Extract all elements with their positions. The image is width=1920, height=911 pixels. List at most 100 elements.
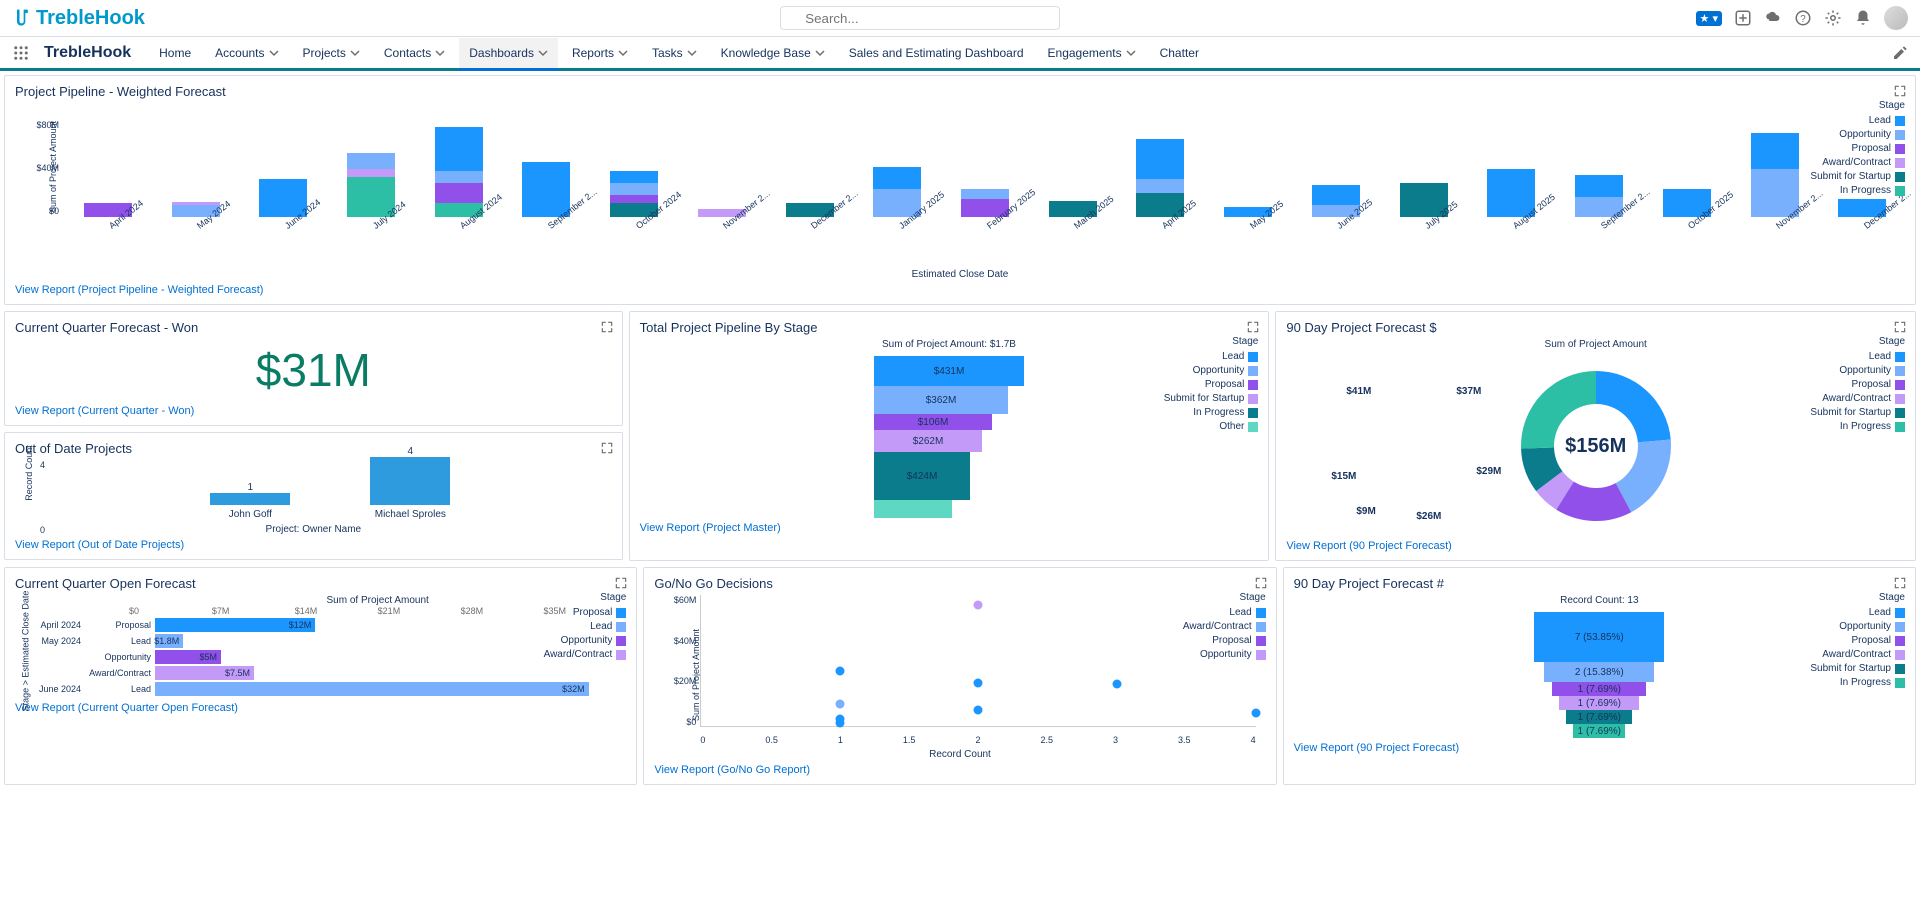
bar[interactable]: November 2... <box>1732 133 1818 233</box>
bar[interactable]: August 2024 <box>416 127 502 233</box>
expand-icon[interactable] <box>1893 576 1907 590</box>
view-report-link[interactable]: View Report (90 Project Forecast) <box>1294 742 1459 754</box>
hbar-row[interactable]: May 2024Lead$1.8M <box>29 634 626 648</box>
bar[interactable]: 1John Goff <box>200 482 300 520</box>
funnel-seg[interactable]: $106M <box>874 414 992 430</box>
legend: Stage LeadOpportunityProposalSubmit for … <box>1164 336 1259 435</box>
bar[interactable]: July 2024 <box>328 153 414 233</box>
add-icon[interactable] <box>1734 9 1752 27</box>
view-report-link[interactable]: View Report (Project Pipeline - Weighted… <box>15 284 263 296</box>
scatter-point[interactable] <box>974 678 983 687</box>
bar[interactable]: October 2025 <box>1644 189 1730 233</box>
view-report-link[interactable]: View Report (Go/No Go Report) <box>654 764 810 776</box>
bar[interactable]: December 2... <box>1819 199 1905 233</box>
help-icon[interactable]: ? <box>1794 9 1812 27</box>
bell-icon[interactable] <box>1854 9 1872 27</box>
legend-item: Award/Contract <box>1810 649 1905 660</box>
nav-item-knowledge-base[interactable]: Knowledge Base <box>711 38 835 68</box>
legend-item: Other <box>1164 421 1259 432</box>
avatar[interactable] <box>1884 6 1908 30</box>
expand-icon[interactable] <box>1893 320 1907 334</box>
legend-item: Award/Contract <box>544 649 627 660</box>
legend: Stage LeadOpportunityProposalAward/Contr… <box>1810 592 1905 691</box>
scatter-point[interactable] <box>1251 708 1260 717</box>
scatter-point[interactable] <box>835 666 844 675</box>
bar[interactable]: April 2024 <box>65 203 151 233</box>
bar[interactable]: February 2025 <box>942 189 1028 233</box>
donut-slice[interactable] <box>1596 371 1671 442</box>
bar[interactable]: June 2025 <box>1293 185 1379 233</box>
nav-item-reports[interactable]: Reports <box>562 38 638 68</box>
bar[interactable]: October 2024 <box>591 171 677 233</box>
funnel-seg[interactable]: 7 (53.85%) <box>1534 612 1664 662</box>
nav-item-accounts[interactable]: Accounts <box>205 38 288 68</box>
nav-item-sales-and-estimating-dashboard[interactable]: Sales and Estimating Dashboard <box>839 38 1034 68</box>
funnel-seg[interactable]: 1 (7.69%) <box>1566 710 1632 724</box>
bar[interactable]: December 2... <box>767 203 853 233</box>
hbar-row[interactable]: Award/Contract$7.5M <box>29 666 626 680</box>
funnel-seg[interactable] <box>874 500 952 518</box>
view-report-link[interactable]: View Report (Project Master) <box>640 522 781 534</box>
scatter-point[interactable] <box>974 706 983 715</box>
bar[interactable]: May 2024 <box>153 202 239 233</box>
bar[interactable]: March 2025 <box>1030 201 1116 233</box>
bar[interactable]: September 2... <box>1556 175 1642 233</box>
gear-icon[interactable] <box>1824 9 1842 27</box>
legend-item: Opportunity <box>1810 365 1905 376</box>
chevron-down-icon <box>435 48 445 58</box>
nav-item-projects[interactable]: Projects <box>293 38 370 68</box>
favorites-badge[interactable]: ★ ▾ <box>1696 11 1722 26</box>
nav-item-engagements[interactable]: Engagements <box>1038 38 1146 68</box>
view-report-link[interactable]: View Report (Current Quarter Open Foreca… <box>15 702 238 714</box>
bar[interactable]: July 2025 <box>1381 183 1467 233</box>
scatter-point[interactable] <box>835 699 844 708</box>
funnel-seg[interactable]: 2 (15.38%) <box>1544 662 1654 682</box>
hbar-row[interactable]: April 2024Proposal$12M <box>29 618 626 632</box>
funnel-seg[interactable]: 1 (7.69%) <box>1573 724 1625 738</box>
funnel-seg[interactable]: $362M <box>874 386 1008 414</box>
donut-label: $9M <box>1356 506 1375 517</box>
panel-title: Current Quarter Forecast - Won <box>15 320 612 335</box>
bar[interactable]: June 2024 <box>240 179 326 233</box>
hbar-row[interactable]: Opportunity$5M <box>29 650 626 664</box>
expand-icon[interactable] <box>600 441 614 455</box>
funnel-seg[interactable]: $262M <box>874 430 982 452</box>
funnel-seg[interactable]: $431M <box>874 356 1024 386</box>
expand-icon[interactable] <box>1246 320 1260 334</box>
nav-item-home[interactable]: Home <box>149 38 201 68</box>
app-launcher-icon[interactable] <box>12 44 30 62</box>
panel-forecast-count: 90 Day Project Forecast # Record Count: … <box>1283 567 1916 785</box>
view-report-link[interactable]: View Report (Current Quarter - Won) <box>15 405 194 417</box>
nav-item-chatter[interactable]: Chatter <box>1150 38 1209 68</box>
legend-item: Lead <box>544 621 627 632</box>
funnel-seg[interactable]: 1 (7.69%) <box>1552 682 1646 696</box>
bar[interactable]: 4Michael Sproles <box>360 446 460 520</box>
chevron-down-icon <box>350 48 360 58</box>
scatter-point[interactable] <box>835 719 844 728</box>
expand-icon[interactable] <box>1893 84 1907 98</box>
nav-item-contacts[interactable]: Contacts <box>374 38 455 68</box>
expand-icon[interactable] <box>614 576 628 590</box>
bar[interactable]: April 2025 <box>1118 139 1204 233</box>
nav-item-dashboards[interactable]: Dashboards <box>459 38 558 71</box>
bar[interactable]: September 2... <box>504 162 590 233</box>
expand-icon[interactable] <box>600 320 614 334</box>
view-report-link[interactable]: View Report (90 Project Forecast) <box>1286 540 1451 552</box>
nav-item-tasks[interactable]: Tasks <box>642 38 707 68</box>
search-input[interactable] <box>780 6 1060 30</box>
funnel-seg[interactable]: 1 (7.69%) <box>1559 696 1639 710</box>
bar[interactable]: November 2... <box>679 209 765 233</box>
scatter-point[interactable] <box>974 601 983 610</box>
hbar-row[interactable]: June 2024Lead$32M <box>29 682 626 696</box>
expand-icon[interactable] <box>1254 576 1268 590</box>
pencil-icon[interactable] <box>1892 45 1908 61</box>
bar[interactable]: August 2025 <box>1469 169 1555 233</box>
scatter-point[interactable] <box>1113 680 1122 689</box>
bar[interactable]: January 2025 <box>854 167 940 233</box>
panel-title: Current Quarter Open Forecast <box>15 576 626 591</box>
funnel-seg[interactable]: $424M <box>874 452 970 500</box>
view-report-link[interactable]: View Report (Out of Date Projects) <box>15 539 184 551</box>
salesforce-icon[interactable] <box>1764 9 1782 27</box>
chevron-down-icon <box>815 48 825 58</box>
bar[interactable]: May 2025 <box>1205 207 1291 233</box>
